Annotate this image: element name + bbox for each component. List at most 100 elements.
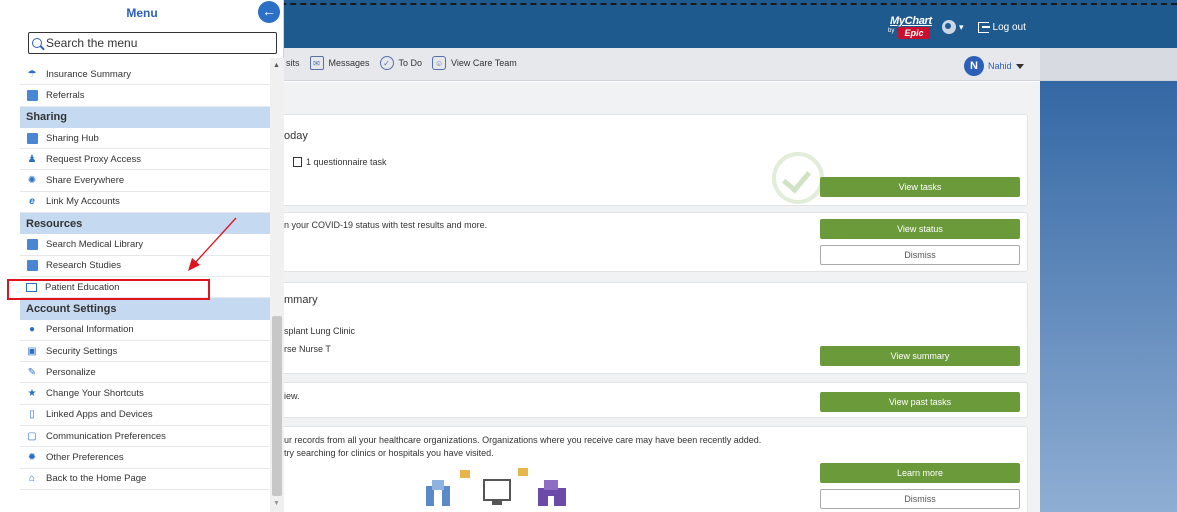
section-header-account-settings: Account Settings <box>20 298 270 320</box>
menu-item-label: Personalize <box>46 366 96 378</box>
lock-icon: ▣ <box>27 345 37 357</box>
summary-line-nurse: rse Nurse T <box>284 344 331 354</box>
checkmark-icon: ✓ <box>379 56 394 70</box>
todo-task-text: 1 questionnaire task <box>293 157 387 167</box>
menu-item-sharing-hub[interactable]: Sharing Hub <box>20 128 270 150</box>
menu-item-request-proxy-access[interactable]: ♟ Request Proxy Access <box>20 149 270 171</box>
menu-panel: Menu ← ☂ Insurance Summary Referrals Sha… <box>0 0 284 512</box>
menu-item-linked-apps-and-devices[interactable]: ▯ Linked Apps and Devices <box>20 405 270 427</box>
view-status-button[interactable]: View status <box>820 219 1020 239</box>
menu-item-personalize[interactable]: ✎ Personalize <box>20 362 270 384</box>
hospital-illustration <box>426 468 566 506</box>
add-person-icon: ♟ <box>27 153 37 165</box>
menu-item-change-your-shortcuts[interactable]: ★ Change Your Shortcuts <box>20 383 270 405</box>
view-summary-button[interactable]: View summary <box>820 346 1020 366</box>
section-header-sharing: Sharing <box>20 106 270 128</box>
past-tasks-text: iew. <box>284 391 300 401</box>
menu-item-label: Communication Preferences <box>46 430 166 442</box>
summary-line-clinic: splant Lung Clinic <box>284 326 356 336</box>
covid-text: n your COVID-19 status with test results… <box>284 220 488 230</box>
home-icon: ⌂ <box>28 473 36 485</box>
menu-item-label: Search Medical Library <box>46 239 144 251</box>
summary-card-title: mmary <box>284 294 318 306</box>
library-icon <box>26 239 38 251</box>
menu-item-share-everywhere[interactable]: ✺ Share Everywhere <box>20 170 270 192</box>
learn-more-button[interactable]: Learn more <box>820 463 1020 483</box>
nav-visits[interactable]: sits <box>286 58 300 68</box>
mychart-logo[interactable]: MyChart by Epic <box>888 14 934 40</box>
scroll-up-arrow-icon[interactable]: ▲ <box>273 62 280 69</box>
user-menu[interactable]: N Nahid <box>964 56 1024 76</box>
menu-item-insurance-summary[interactable]: ☂ Insurance Summary <box>20 64 270 86</box>
avatar: N <box>964 56 984 76</box>
todo-task-label: 1 questionnaire task <box>306 157 387 167</box>
covid-dismiss-button[interactable]: Dismiss <box>820 245 1020 265</box>
menu-item-label: Other Preferences <box>46 451 124 463</box>
nav-care-team-label: View Care Team <box>451 58 517 68</box>
envelope-icon: ✉ <box>309 56 324 70</box>
menu-item-label: Sharing Hub <box>46 132 99 144</box>
nav-messages-label: Messages <box>328 58 370 68</box>
device-icon: ▯ <box>29 409 35 421</box>
menu-item-label: Security Settings <box>46 345 118 357</box>
brush-icon: ✎ <box>27 366 37 378</box>
logo-by-text: by <box>888 28 895 34</box>
chevron-down-icon <box>1015 63 1024 69</box>
nav-visits-label: sits <box>286 58 300 68</box>
nav-todo[interactable]: ✓ To Do <box>379 56 423 70</box>
menu-scrollbar-thumb[interactable] <box>272 316 282 496</box>
records-line-2: try searching for clinics or hospitals y… <box>284 448 494 458</box>
menu-item-back-to-home[interactable]: ⌂ Back to the Home Page <box>20 469 270 490</box>
menu-item-communication-preferences[interactable]: ▢ Communication Preferences <box>20 426 270 448</box>
logo-epic-text: Epic <box>898 27 930 39</box>
menu-search[interactable] <box>28 32 277 54</box>
menu-item-personal-information[interactable]: ● Personal Information <box>20 320 270 341</box>
view-tasks-button[interactable]: View tasks <box>820 177 1020 197</box>
header-actions: MyChart by Epic ▾ Log out <box>888 12 1026 42</box>
view-past-tasks-button[interactable]: View past tasks <box>820 392 1020 412</box>
menu-item-label: Referrals <box>46 89 85 101</box>
folder-share-icon <box>26 132 38 144</box>
annotation-arrow <box>188 217 237 271</box>
star-icon: ★ <box>27 388 37 400</box>
person-icon: ● <box>28 324 36 336</box>
user-name: Nahid <box>988 61 1012 71</box>
nav-todo-label: To Do <box>398 58 423 68</box>
menu-item-label: Request Proxy Access <box>46 153 142 165</box>
menu-item-label: Insurance Summary <box>46 68 132 80</box>
menu-item-label: Link My Accounts <box>46 196 120 208</box>
gear-icon: ✹ <box>27 451 37 463</box>
completed-check-icon <box>772 152 824 204</box>
nav-strip-right <box>1040 48 1177 81</box>
arrow-left-icon: ← <box>262 3 276 19</box>
language-caret: ▾ <box>959 21 964 32</box>
menu-item-other-preferences[interactable]: ✹ Other Preferences <box>20 447 270 469</box>
close-menu-button[interactable]: ← <box>258 1 280 23</box>
records-line-1: ur records from all your healthcare orga… <box>284 435 762 445</box>
records-dismiss-button[interactable]: Dismiss <box>820 489 1020 509</box>
search-input[interactable] <box>46 36 266 50</box>
right-background-panel <box>1040 48 1177 512</box>
menu-list: ☂ Insurance Summary Referrals Sharing Sh… <box>20 64 270 490</box>
share-everywhere-icon: ✺ <box>27 175 37 187</box>
menu-item-label: Back to the Home Page <box>46 473 147 485</box>
globe-icon <box>942 20 956 34</box>
language-button[interactable]: ▾ <box>942 20 964 34</box>
logout-button[interactable]: Log out <box>977 21 1026 33</box>
research-icon <box>26 260 38 272</box>
search-icon <box>32 38 42 48</box>
menu-item-link-my-accounts[interactable]: e Link My Accounts <box>20 192 270 214</box>
menu-item-referrals[interactable]: Referrals <box>20 85 270 107</box>
menu-item-security-settings[interactable]: ▣ Security Settings <box>20 341 270 363</box>
menu-item-label: Change Your Shortcuts <box>46 388 144 400</box>
logo-mychart-text: MyChart <box>890 15 932 27</box>
menu-item-label: Linked Apps and Devices <box>46 409 153 421</box>
menu-title: Menu <box>126 6 158 20</box>
shortcut-navbar: sits ✉ Messages ✓ To Do ☺ View Care Team <box>284 48 1040 81</box>
todo-card-title: oday <box>284 130 308 142</box>
umbrella-icon: ☂ <box>27 68 37 80</box>
scroll-down-arrow-icon[interactable]: ▼ <box>273 500 280 507</box>
nav-care-team[interactable]: ☺ View Care Team <box>432 56 517 70</box>
care-team-icon: ☺ <box>432 56 447 70</box>
nav-messages[interactable]: ✉ Messages <box>309 56 370 70</box>
